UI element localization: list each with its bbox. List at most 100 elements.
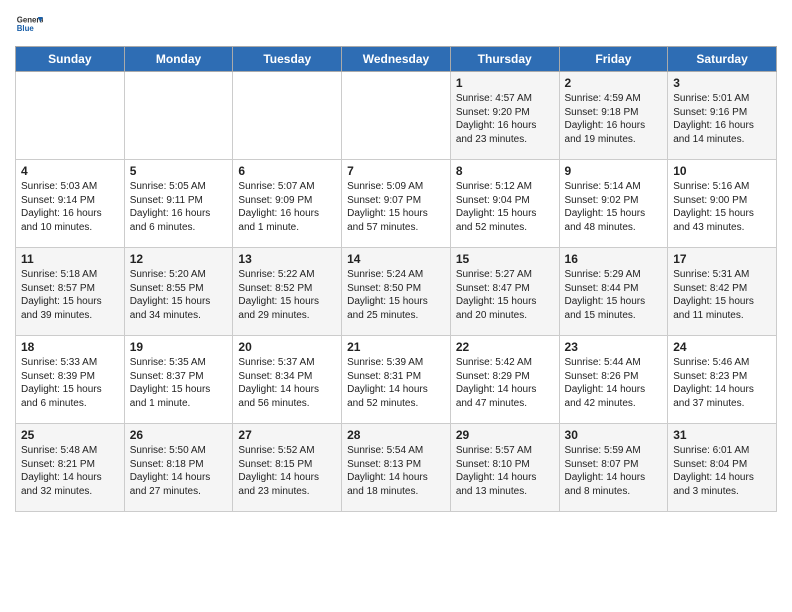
day-header: Sunday xyxy=(16,47,125,72)
day-content: Sunrise: 5:03 AM Sunset: 9:14 PM Dayligh… xyxy=(21,180,119,234)
calendar-cell xyxy=(233,72,342,160)
calendar-cell: 27 Sunrise: 5:52 AM Sunset: 8:15 PM Dayli… xyxy=(233,424,342,512)
day-number: 10 xyxy=(673,164,771,178)
calendar-cell: 4 Sunrise: 5:03 AM Sunset: 9:14 PM Daylig… xyxy=(16,160,125,248)
calendar-week: 1Sunrise: 4:57 AM Sunset: 9:20 PM Daylig… xyxy=(16,72,777,160)
calendar-cell: 2 Sunrise: 4:59 AM Sunset: 9:18 PM Daylig… xyxy=(559,72,668,160)
calendar-cell: 12 Sunrise: 5:20 AM Sunset: 8:55 PM Dayli… xyxy=(124,248,233,336)
day-header: Friday xyxy=(559,47,668,72)
day-number: 25 xyxy=(21,428,119,442)
header: General Blue xyxy=(15,10,777,38)
day-content: Sunrise: 5:24 AM Sunset: 8:50 PM Dayligh… xyxy=(347,268,445,322)
day-number: 28 xyxy=(347,428,445,442)
calendar-cell: 28 Sunrise: 5:54 AM Sunset: 8:13 PM Dayli… xyxy=(342,424,451,512)
calendar-cell: 8 Sunrise: 5:12 AM Sunset: 9:04 PM Daylig… xyxy=(450,160,559,248)
logo: General Blue xyxy=(15,10,43,38)
calendar-cell: 14 Sunrise: 5:24 AM Sunset: 8:50 PM Dayli… xyxy=(342,248,451,336)
calendar-cell: 31 Sunrise: 6:01 AM Sunset: 8:04 PM Dayli… xyxy=(668,424,777,512)
day-number: 24 xyxy=(673,340,771,354)
day-content: Sunrise: 5:46 AM Sunset: 8:23 PM Dayligh… xyxy=(673,356,771,410)
day-header: Monday xyxy=(124,47,233,72)
calendar-header: SundayMondayTuesdayWednesdayThursdayFrid… xyxy=(16,47,777,72)
day-number: 4 xyxy=(21,164,119,178)
day-number: 30 xyxy=(565,428,663,442)
day-number: 19 xyxy=(130,340,228,354)
day-content: Sunrise: 5:09 AM Sunset: 9:07 PM Dayligh… xyxy=(347,180,445,234)
day-number: 13 xyxy=(238,252,336,266)
day-content: Sunrise: 5:44 AM Sunset: 8:26 PM Dayligh… xyxy=(565,356,663,410)
day-content: Sunrise: 4:59 AM Sunset: 9:18 PM Dayligh… xyxy=(565,92,663,146)
day-content: Sunrise: 5:22 AM Sunset: 8:52 PM Dayligh… xyxy=(238,268,336,322)
calendar-cell: 22Sunrise: 5:42 AM Sunset: 8:29 PM Dayli… xyxy=(450,336,559,424)
day-header: Saturday xyxy=(668,47,777,72)
day-number: 18 xyxy=(21,340,119,354)
day-number: 14 xyxy=(347,252,445,266)
calendar-cell: 21 Sunrise: 5:39 AM Sunset: 8:31 PM Dayli… xyxy=(342,336,451,424)
calendar-body: 1Sunrise: 4:57 AM Sunset: 9:20 PM Daylig… xyxy=(16,72,777,512)
day-content: Sunrise: 5:57 AM Sunset: 8:10 PM Dayligh… xyxy=(456,444,554,498)
calendar-cell: 17 Sunrise: 5:31 AM Sunset: 8:42 PM Dayli… xyxy=(668,248,777,336)
calendar-cell: 3Sunrise: 5:01 AM Sunset: 9:16 PM Daylig… xyxy=(668,72,777,160)
calendar-cell: 30Sunrise: 5:59 AM Sunset: 8:07 PM Dayli… xyxy=(559,424,668,512)
day-number: 27 xyxy=(238,428,336,442)
calendar-cell: 1Sunrise: 4:57 AM Sunset: 9:20 PM Daylig… xyxy=(450,72,559,160)
day-content: Sunrise: 5:50 AM Sunset: 8:18 PM Dayligh… xyxy=(130,444,228,498)
calendar-cell: 23 Sunrise: 5:44 AM Sunset: 8:26 PM Dayli… xyxy=(559,336,668,424)
day-content: Sunrise: 5:42 AM Sunset: 8:29 PM Dayligh… xyxy=(456,356,554,410)
day-content: Sunrise: 5:52 AM Sunset: 8:15 PM Dayligh… xyxy=(238,444,336,498)
day-content: Sunrise: 5:16 AM Sunset: 9:00 PM Dayligh… xyxy=(673,180,771,234)
calendar-cell: 13 Sunrise: 5:22 AM Sunset: 8:52 PM Dayli… xyxy=(233,248,342,336)
day-content: Sunrise: 5:05 AM Sunset: 9:11 PM Dayligh… xyxy=(130,180,228,234)
day-content: Sunrise: 5:12 AM Sunset: 9:04 PM Dayligh… xyxy=(456,180,554,234)
calendar-cell: 10 Sunrise: 5:16 AM Sunset: 9:00 PM Dayli… xyxy=(668,160,777,248)
calendar-cell xyxy=(124,72,233,160)
day-number: 3 xyxy=(673,76,771,90)
calendar-cell: 18 Sunrise: 5:33 AM Sunset: 8:39 PM Dayli… xyxy=(16,336,125,424)
day-header: Wednesday xyxy=(342,47,451,72)
day-number: 21 xyxy=(347,340,445,354)
calendar-week: 25 Sunrise: 5:48 AM Sunset: 8:21 PM Dayli… xyxy=(16,424,777,512)
day-number: 2 xyxy=(565,76,663,90)
day-content: Sunrise: 5:20 AM Sunset: 8:55 PM Dayligh… xyxy=(130,268,228,322)
svg-text:Blue: Blue xyxy=(17,24,35,33)
day-content: Sunrise: 5:37 AM Sunset: 8:34 PM Dayligh… xyxy=(238,356,336,410)
calendar-week: 18 Sunrise: 5:33 AM Sunset: 8:39 PM Dayli… xyxy=(16,336,777,424)
calendar-cell: 26Sunrise: 5:50 AM Sunset: 8:18 PM Dayli… xyxy=(124,424,233,512)
day-number: 9 xyxy=(565,164,663,178)
day-content: Sunrise: 5:35 AM Sunset: 8:37 PM Dayligh… xyxy=(130,356,228,410)
day-number: 1 xyxy=(456,76,554,90)
days-row: SundayMondayTuesdayWednesdayThursdayFrid… xyxy=(16,47,777,72)
day-content: Sunrise: 5:18 AM Sunset: 8:57 PM Dayligh… xyxy=(21,268,119,322)
day-content: Sunrise: 5:39 AM Sunset: 8:31 PM Dayligh… xyxy=(347,356,445,410)
logo-icon: General Blue xyxy=(15,10,43,38)
day-number: 8 xyxy=(456,164,554,178)
calendar-cell: 6Sunrise: 5:07 AM Sunset: 9:09 PM Daylig… xyxy=(233,160,342,248)
calendar-cell: 16Sunrise: 5:29 AM Sunset: 8:44 PM Dayli… xyxy=(559,248,668,336)
calendar-cell: 11 Sunrise: 5:18 AM Sunset: 8:57 PM Dayli… xyxy=(16,248,125,336)
day-content: Sunrise: 5:27 AM Sunset: 8:47 PM Dayligh… xyxy=(456,268,554,322)
day-content: Sunrise: 5:48 AM Sunset: 8:21 PM Dayligh… xyxy=(21,444,119,498)
day-content: Sunrise: 5:33 AM Sunset: 8:39 PM Dayligh… xyxy=(21,356,119,410)
day-number: 29 xyxy=(456,428,554,442)
calendar-cell: 5 Sunrise: 5:05 AM Sunset: 9:11 PM Daylig… xyxy=(124,160,233,248)
day-number: 17 xyxy=(673,252,771,266)
day-content: Sunrise: 5:31 AM Sunset: 8:42 PM Dayligh… xyxy=(673,268,771,322)
day-content: Sunrise: 5:54 AM Sunset: 8:13 PM Dayligh… xyxy=(347,444,445,498)
day-number: 15 xyxy=(456,252,554,266)
day-number: 11 xyxy=(21,252,119,266)
calendar-cell: 29 Sunrise: 5:57 AM Sunset: 8:10 PM Dayli… xyxy=(450,424,559,512)
calendar-cell xyxy=(342,72,451,160)
calendar-cell: 19 Sunrise: 5:35 AM Sunset: 8:37 PM Dayli… xyxy=(124,336,233,424)
day-number: 12 xyxy=(130,252,228,266)
day-number: 6 xyxy=(238,164,336,178)
calendar-cell: 25 Sunrise: 5:48 AM Sunset: 8:21 PM Dayli… xyxy=(16,424,125,512)
calendar-cell: 20Sunrise: 5:37 AM Sunset: 8:34 PM Dayli… xyxy=(233,336,342,424)
calendar-week: 11 Sunrise: 5:18 AM Sunset: 8:57 PM Dayli… xyxy=(16,248,777,336)
calendar-table: SundayMondayTuesdayWednesdayThursdayFrid… xyxy=(15,46,777,512)
day-number: 5 xyxy=(130,164,228,178)
day-content: Sunrise: 6:01 AM Sunset: 8:04 PM Dayligh… xyxy=(673,444,771,498)
day-number: 31 xyxy=(673,428,771,442)
calendar-cell: 9Sunrise: 5:14 AM Sunset: 9:02 PM Daylig… xyxy=(559,160,668,248)
calendar-cell: 15 Sunrise: 5:27 AM Sunset: 8:47 PM Dayli… xyxy=(450,248,559,336)
day-number: 23 xyxy=(565,340,663,354)
